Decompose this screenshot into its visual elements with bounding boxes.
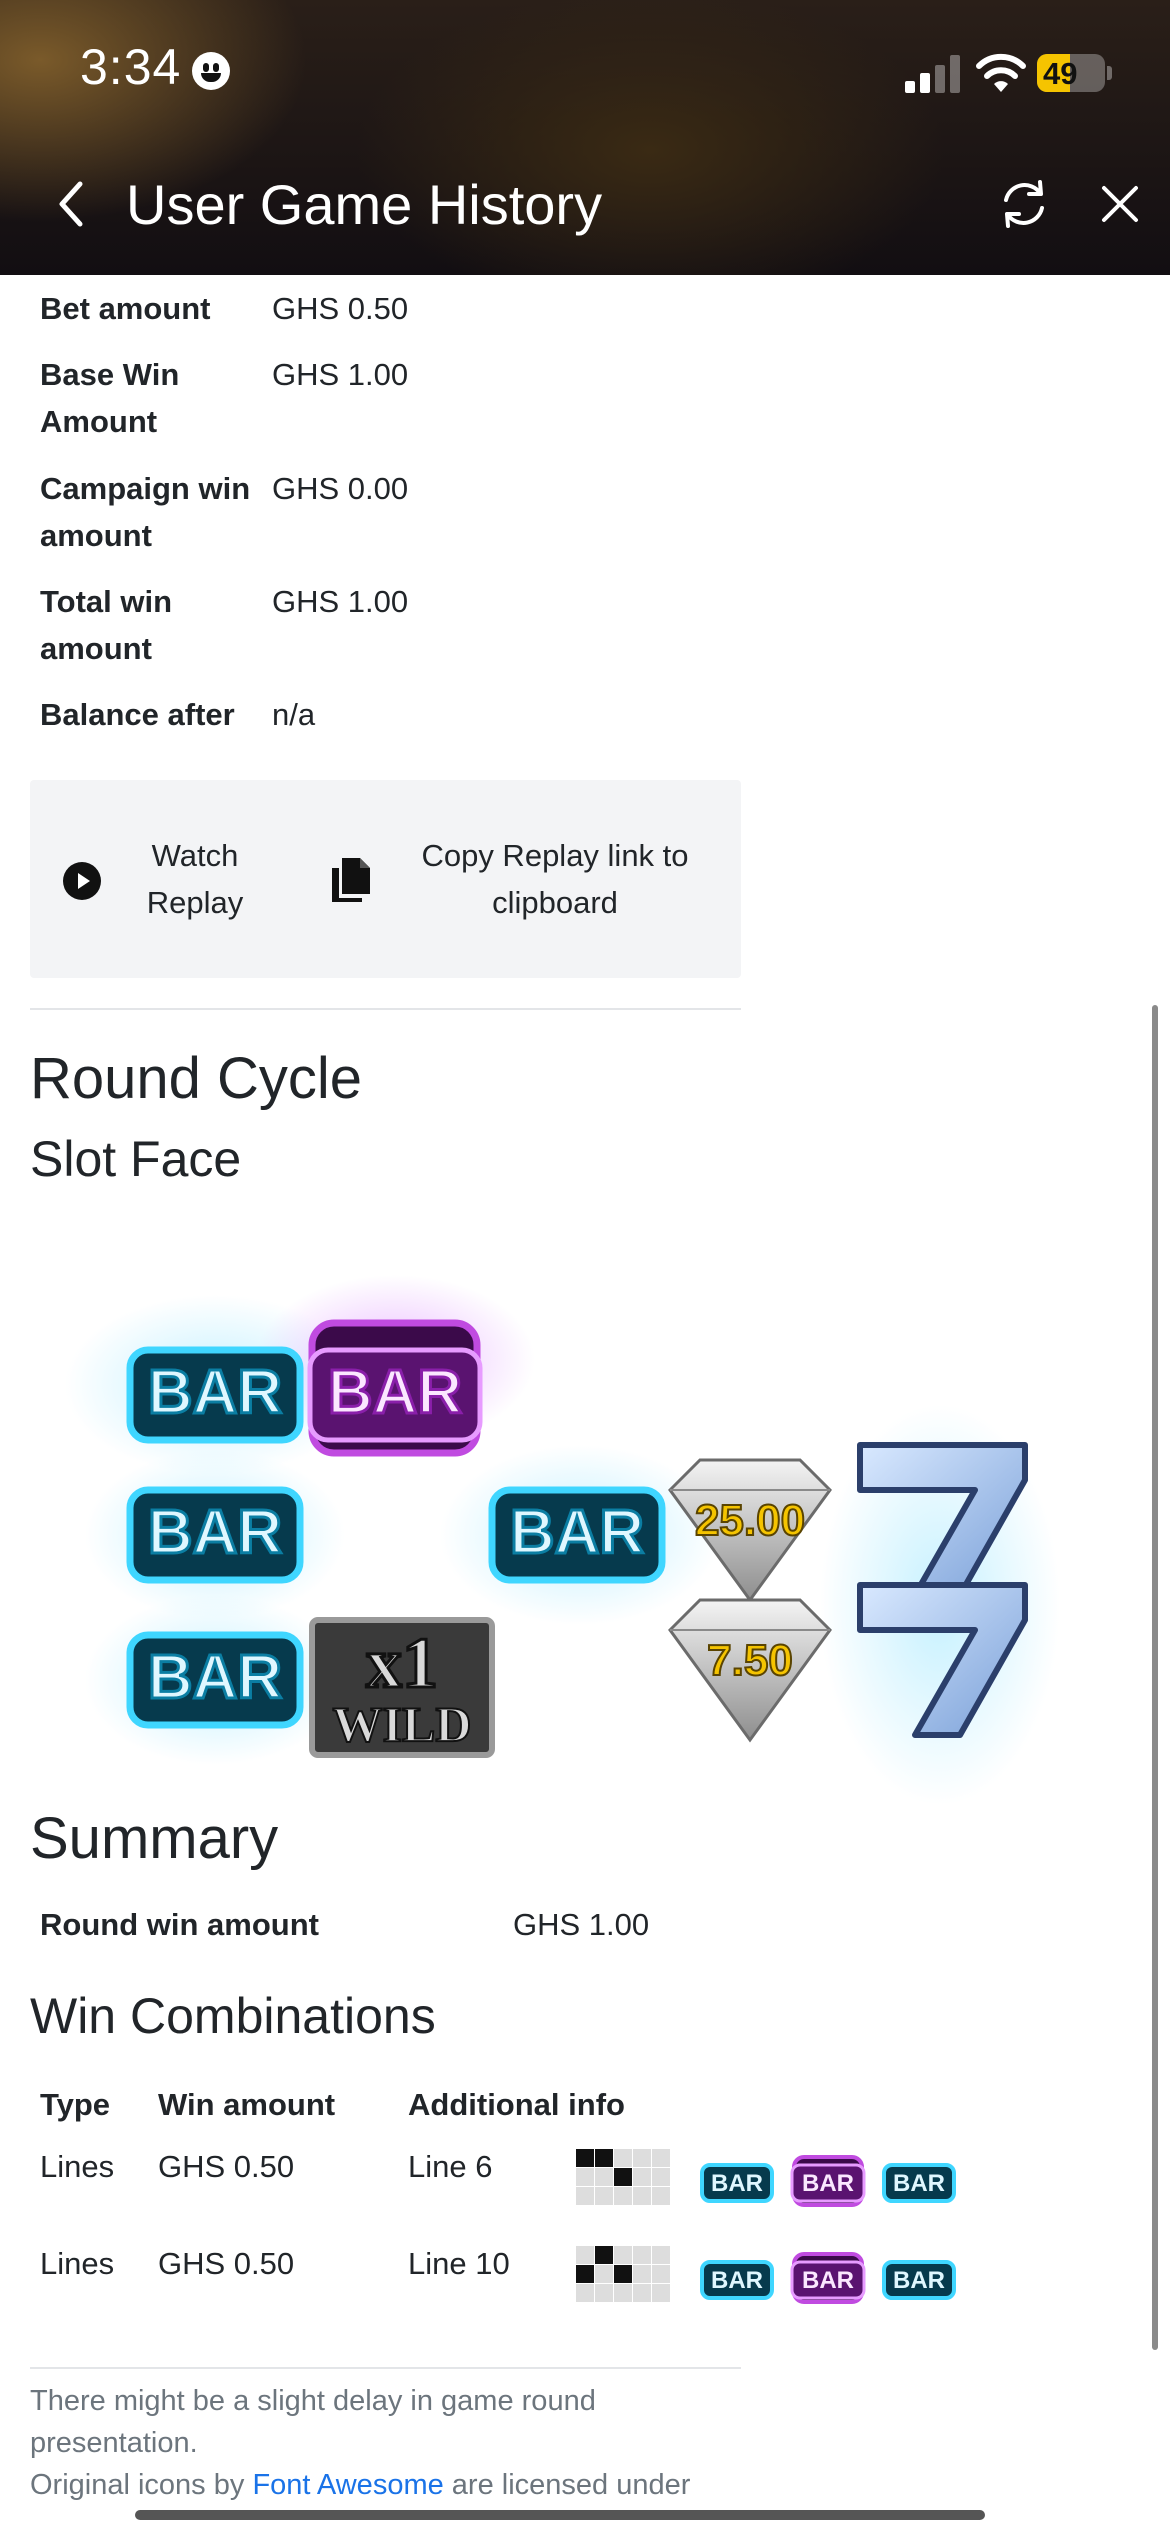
diamond-value: 25.00 (695, 1496, 805, 1545)
wifi-icon (976, 53, 1026, 92)
win-info: Line 10 (408, 2246, 510, 2281)
diamond-value: 7.50 (707, 1636, 793, 1685)
icons-credit: Original icons by Font Awesome are licen… (30, 2469, 691, 2501)
footer-note: There might be a slight delay in game ro… (30, 2380, 730, 2506)
round-cycle-heading: Round Cycle (30, 1046, 363, 1111)
summary-label: Round win amount (40, 1907, 319, 1942)
detail-label: Base Win Amount (40, 357, 180, 439)
wild-symbol: x1 WILD (309, 1617, 495, 1758)
chevron-left-icon[interactable] (48, 172, 96, 236)
svg-text:BAR: BAR (893, 2170, 945, 2197)
column-header-additional-info: Additional info (408, 2087, 625, 2122)
bar-label: BAR (510, 1498, 644, 1567)
win-amount: GHS 0.50 (158, 2246, 295, 2281)
detail-value: GHS 0.50 (272, 291, 409, 326)
refresh-icon[interactable] (996, 176, 1052, 232)
summary-heading: Summary (30, 1806, 279, 1871)
svg-text:BAR: BAR (802, 2267, 854, 2294)
detail-label: Bet amount (40, 291, 211, 326)
cellular-signal-icon (905, 55, 961, 93)
play-circle-icon[interactable] (63, 862, 101, 900)
copy-replay-link-button[interactable]: Copy Replay link to clipboard (400, 832, 710, 926)
slot-face-heading: Slot Face (30, 1131, 242, 1187)
watch-replay-button[interactable]: Watch Replay (130, 832, 260, 926)
bar-symbol: BAR (126, 1346, 304, 1444)
slot-face-reels: BAR BAR BAR BAR BAR x1 WILD 25.00 7.50 (65, 1275, 1060, 1805)
bar-symbol: BAR (126, 1486, 304, 1584)
detail-value: n/a (272, 697, 316, 732)
win-amount: GHS 0.50 (158, 2149, 295, 2184)
battery-level: 49 (1043, 56, 1078, 91)
home-indicator[interactable] (135, 2510, 985, 2520)
scrollbar[interactable] (1152, 1005, 1158, 2350)
bar-label: BAR (148, 1643, 282, 1712)
bar-symbol-purple: BAR (307, 1319, 483, 1457)
wild-label: WILD (333, 1696, 472, 1752)
win-combinations-heading: Win Combinations (30, 1988, 436, 2044)
copy-icon[interactable] (330, 856, 372, 904)
page-title: User Game History (126, 173, 603, 236)
bar-label: BAR (148, 1358, 282, 1427)
bar-label: BAR (148, 1498, 282, 1567)
delay-notice: There might be a slight delay in game ro… (30, 2385, 596, 2459)
divider (30, 2367, 741, 2369)
svg-text:BAR: BAR (711, 2267, 763, 2294)
app-header: 3:34 49 User Game History (0, 0, 1170, 275)
win-type: Lines (40, 2246, 115, 2281)
bar-label: BAR (328, 1358, 462, 1427)
svg-text:BAR: BAR (893, 2267, 945, 2294)
svg-text:BAR: BAR (802, 2170, 854, 2197)
column-header-win-amount: Win amount (158, 2087, 336, 2122)
bar-symbol: BAR (126, 1631, 304, 1729)
winning-symbols: BAR BAR BAR (700, 2155, 956, 2207)
payline-10-grid (576, 2246, 670, 2302)
detail-label: Total win amount (40, 584, 173, 666)
detail-value: GHS 0.00 (272, 471, 409, 506)
detail-value: GHS 1.00 (272, 357, 409, 392)
win-info: Line 6 (408, 2149, 493, 2184)
detail-value: GHS 1.00 (272, 584, 409, 619)
replay-actions: Watch Replay Copy Replay link to clipboa… (30, 780, 741, 978)
win-type: Lines (40, 2149, 115, 2184)
summary-value: GHS 1.00 (513, 1907, 650, 1942)
detail-label: Campaign win amount (40, 471, 251, 553)
divider (30, 1008, 741, 1010)
history-content[interactable]: Bet amount GHS 0.50 Base Win Amount GHS … (0, 275, 1170, 2532)
payline-6-grid (576, 2149, 670, 2205)
battery-indicator: 49 (1037, 54, 1105, 92)
status-time: 3:34 (80, 39, 182, 95)
wild-multiplier: x1 (366, 1623, 438, 1703)
diamond-symbol: 7.50 (668, 1598, 832, 1743)
font-awesome-link[interactable]: Font Awesome (252, 2469, 443, 2501)
battery-tip (1107, 66, 1112, 80)
smiley-icon (192, 52, 230, 90)
bar-symbol: BAR (488, 1486, 666, 1584)
column-header-type: Type (40, 2087, 111, 2122)
winning-symbols: BAR BAR BAR (700, 2252, 956, 2304)
svg-text:BAR: BAR (711, 2170, 763, 2197)
detail-label: Balance after (40, 697, 235, 732)
close-icon[interactable] (1096, 180, 1144, 228)
